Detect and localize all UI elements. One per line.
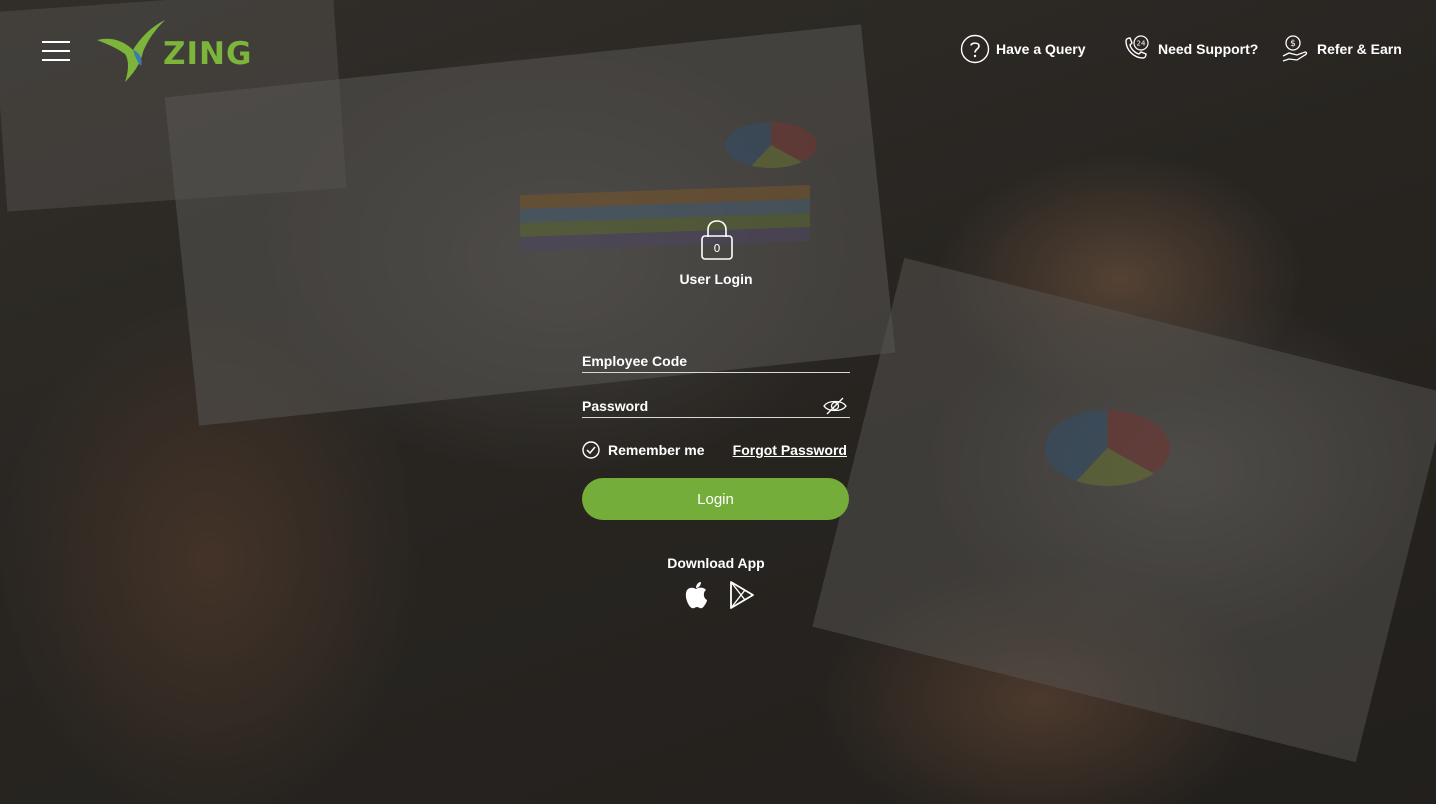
lock-badge: 0: [714, 242, 721, 255]
user-login-title: User Login: [679, 271, 753, 287]
have-a-query-label: Have a Query: [996, 41, 1086, 57]
question-circle-icon: [960, 34, 990, 64]
hummingbird-logo-icon: [97, 20, 165, 82]
employee-code-field: [582, 343, 850, 373]
forgot-password-link[interactable]: Forgot Password: [733, 442, 847, 458]
password-field: [582, 388, 850, 418]
employee-code-input[interactable]: [582, 343, 850, 372]
phone-24-icon: 24: [1125, 35, 1149, 59]
login-button[interactable]: Login: [582, 478, 849, 520]
password-input[interactable]: [582, 388, 850, 417]
download-app-title: Download App: [667, 555, 765, 571]
remember-me-checkbox[interactable]: Remember me: [582, 440, 705, 460]
check-circle-icon: [582, 441, 600, 459]
refer-and-earn-link[interactable]: $ Refer & Earn: [1281, 33, 1402, 65]
need-support-link[interactable]: 24 Need Support?: [1122, 33, 1258, 65]
remember-me-label: Remember me: [608, 442, 705, 458]
have-a-query-link[interactable]: Have a Query: [960, 33, 1086, 65]
apple-icon[interactable]: [682, 580, 710, 610]
top-header: ZING Have a Query 24 Need Support? $ Ref…: [0, 0, 1436, 100]
need-support-label: Need Support?: [1158, 41, 1259, 57]
refer-and-earn-label: Refer & Earn: [1317, 41, 1402, 57]
padlock-icon: 0: [701, 220, 733, 260]
svg-text:$: $: [1290, 39, 1296, 49]
svg-text:24: 24: [1137, 40, 1146, 48]
zing-logo[interactable]: ZING: [95, 18, 251, 84]
hamburger-menu-icon[interactable]: [42, 41, 70, 61]
google-play-icon[interactable]: [728, 580, 756, 610]
eye-slash-icon[interactable]: [823, 397, 847, 415]
hand-coin-icon: $: [1282, 35, 1308, 62]
logo-text: ZING: [163, 36, 253, 72]
